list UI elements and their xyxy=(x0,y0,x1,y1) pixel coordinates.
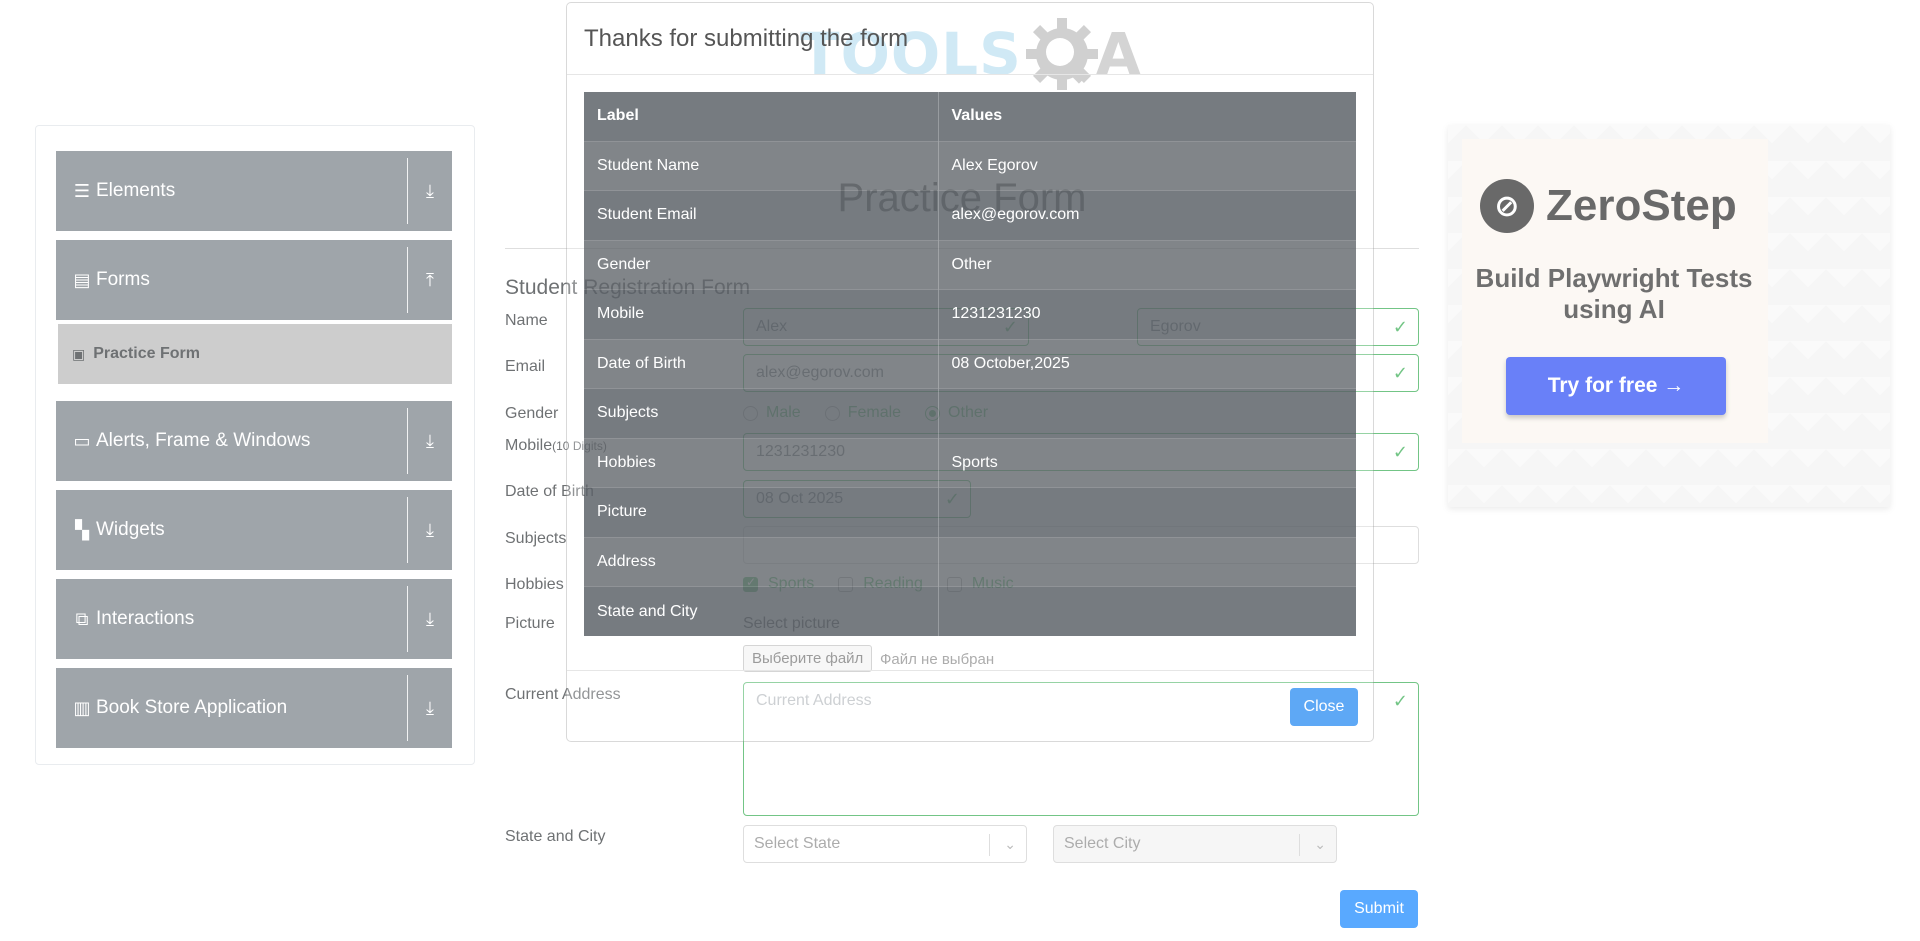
table-cell-label: Hobbies xyxy=(584,437,939,488)
table-cell-value: alex@egorov.com xyxy=(938,190,1356,240)
table-cell-label: Student Name xyxy=(584,140,939,191)
table-cell-value xyxy=(938,487,1356,537)
table-row: State and City xyxy=(584,586,1356,636)
table-row: Address xyxy=(584,536,1356,587)
table-cell-label: Address xyxy=(584,536,939,587)
table-cell-value xyxy=(938,586,1356,636)
table-row: Student Name Alex Egorov xyxy=(584,140,1356,191)
table-row: Date of Birth 08 October,2025 xyxy=(584,338,1356,389)
submission-modal: Thanks for submitting the form Label Val… xyxy=(566,2,1374,742)
table-cell-label: Student Email xyxy=(584,190,939,240)
table-header: Values xyxy=(938,91,1356,141)
table-header-row: Label Values xyxy=(584,91,1356,141)
table-row: Gender Other xyxy=(584,239,1356,290)
table-cell-label: Mobile xyxy=(584,289,939,339)
table-cell-label: Gender xyxy=(584,239,939,290)
table-header: Label xyxy=(584,91,939,141)
table-cell-value: Other xyxy=(938,239,1356,290)
table-row: Subjects xyxy=(584,388,1356,438)
divider xyxy=(567,670,1373,671)
table-cell-value: Sports xyxy=(938,437,1356,488)
table-row: Student Email alex@egorov.com xyxy=(584,190,1356,240)
table-cell-label: State and City xyxy=(584,586,939,636)
close-button[interactable]: Close xyxy=(1290,688,1358,726)
table-cell-label: Subjects xyxy=(584,388,939,438)
modal-title: Thanks for submitting the form xyxy=(584,25,909,52)
divider xyxy=(567,74,1373,75)
table-cell-value: 1231231230 xyxy=(938,289,1356,339)
table-cell-label: Date of Birth xyxy=(584,338,939,389)
table-row: Picture xyxy=(584,487,1356,537)
table-cell-value xyxy=(938,388,1356,438)
table-cell-value: 08 October,2025 xyxy=(938,338,1356,389)
table-row: Hobbies Sports xyxy=(584,437,1356,488)
submission-table: Label Values Student Name Alex Egorov Stu… xyxy=(584,91,1356,636)
table-row: Mobile 1231231230 xyxy=(584,289,1356,339)
table-cell-label: Picture xyxy=(584,487,939,537)
table-cell-value: Alex Egorov xyxy=(938,140,1356,191)
table-cell-value xyxy=(938,536,1356,587)
